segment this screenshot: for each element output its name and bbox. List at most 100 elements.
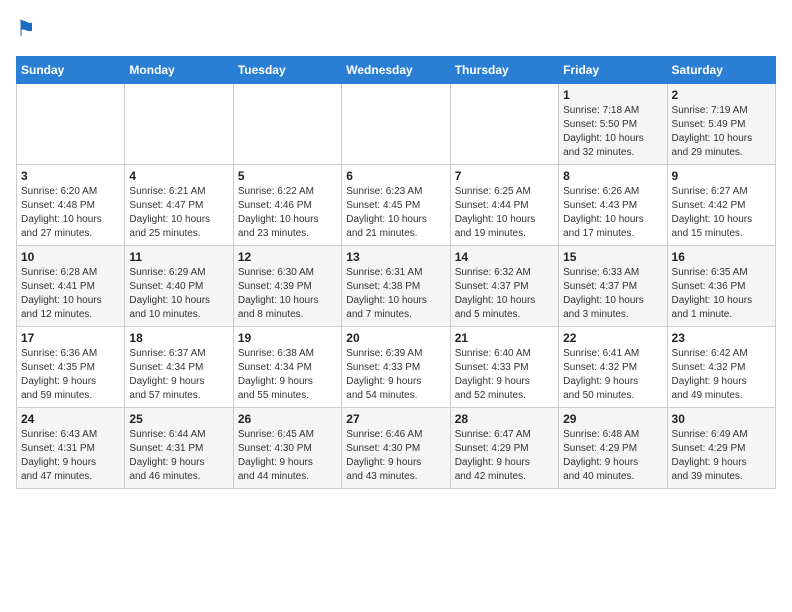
- calendar-cell: [17, 84, 125, 165]
- day-number: 30: [672, 412, 771, 426]
- calendar-cell: 22 Sunrise: 6:41 AM Sunset: 4:32 PM Dayli…: [559, 327, 667, 408]
- calendar-cell: 2 Sunrise: 7:19 AM Sunset: 5:49 PM Daylig…: [667, 84, 775, 165]
- logo: ⚑: [16, 16, 48, 44]
- day-info: Sunrise: 6:30 AM Sunset: 4:39 PM Dayligh…: [238, 266, 337, 322]
- day-number: 21: [455, 331, 554, 345]
- day-info: Sunrise: 6:37 AM Sunset: 4:34 PM Dayligh…: [129, 347, 228, 403]
- day-of-week-header: Wednesday: [342, 57, 450, 84]
- day-number: 1: [563, 88, 662, 102]
- day-number: 7: [455, 169, 554, 183]
- day-number: 28: [455, 412, 554, 426]
- calendar-week-row: 1 Sunrise: 7:18 AM Sunset: 5:50 PM Daylig…: [17, 84, 776, 165]
- day-number: 24: [21, 412, 120, 426]
- day-info: Sunrise: 6:44 AM Sunset: 4:31 PM Dayligh…: [129, 428, 228, 484]
- calendar-cell: 27 Sunrise: 6:46 AM Sunset: 4:30 PM Dayli…: [342, 408, 450, 489]
- day-number: 17: [21, 331, 120, 345]
- calendar-cell: 24 Sunrise: 6:43 AM Sunset: 4:31 PM Dayli…: [17, 408, 125, 489]
- day-info: Sunrise: 6:41 AM Sunset: 4:32 PM Dayligh…: [563, 347, 662, 403]
- day-info: Sunrise: 7:18 AM Sunset: 5:50 PM Dayligh…: [563, 104, 662, 160]
- day-info: Sunrise: 6:29 AM Sunset: 4:40 PM Dayligh…: [129, 266, 228, 322]
- calendar-cell: [450, 84, 558, 165]
- day-info: Sunrise: 6:26 AM Sunset: 4:43 PM Dayligh…: [563, 185, 662, 241]
- calendar-cell: 11 Sunrise: 6:29 AM Sunset: 4:40 PM Dayli…: [125, 246, 233, 327]
- calendar-header-row: SundayMondayTuesdayWednesdayThursdayFrid…: [17, 57, 776, 84]
- calendar-cell: 23 Sunrise: 6:42 AM Sunset: 4:32 PM Dayli…: [667, 327, 775, 408]
- day-number: 11: [129, 250, 228, 264]
- day-number: 16: [672, 250, 771, 264]
- calendar: SundayMondayTuesdayWednesdayThursdayFrid…: [16, 56, 776, 489]
- day-number: 9: [672, 169, 771, 183]
- day-number: 19: [238, 331, 337, 345]
- calendar-cell: 3 Sunrise: 6:20 AM Sunset: 4:48 PM Daylig…: [17, 165, 125, 246]
- day-info: Sunrise: 6:27 AM Sunset: 4:42 PM Dayligh…: [672, 185, 771, 241]
- day-info: Sunrise: 6:40 AM Sunset: 4:33 PM Dayligh…: [455, 347, 554, 403]
- day-number: 5: [238, 169, 337, 183]
- day-number: 23: [672, 331, 771, 345]
- calendar-cell: 9 Sunrise: 6:27 AM Sunset: 4:42 PM Daylig…: [667, 165, 775, 246]
- calendar-cell: [233, 84, 341, 165]
- day-info: Sunrise: 6:33 AM Sunset: 4:37 PM Dayligh…: [563, 266, 662, 322]
- day-info: Sunrise: 6:42 AM Sunset: 4:32 PM Dayligh…: [672, 347, 771, 403]
- calendar-cell: 21 Sunrise: 6:40 AM Sunset: 4:33 PM Dayli…: [450, 327, 558, 408]
- day-of-week-header: Monday: [125, 57, 233, 84]
- calendar-cell: 16 Sunrise: 6:35 AM Sunset: 4:36 PM Dayli…: [667, 246, 775, 327]
- day-info: Sunrise: 6:21 AM Sunset: 4:47 PM Dayligh…: [129, 185, 228, 241]
- calendar-cell: [125, 84, 233, 165]
- calendar-cell: 8 Sunrise: 6:26 AM Sunset: 4:43 PM Daylig…: [559, 165, 667, 246]
- day-info: Sunrise: 7:19 AM Sunset: 5:49 PM Dayligh…: [672, 104, 771, 160]
- day-info: Sunrise: 6:23 AM Sunset: 4:45 PM Dayligh…: [346, 185, 445, 241]
- day-info: Sunrise: 6:20 AM Sunset: 4:48 PM Dayligh…: [21, 185, 120, 241]
- calendar-cell: 5 Sunrise: 6:22 AM Sunset: 4:46 PM Daylig…: [233, 165, 341, 246]
- calendar-cell: 6 Sunrise: 6:23 AM Sunset: 4:45 PM Daylig…: [342, 165, 450, 246]
- day-info: Sunrise: 6:38 AM Sunset: 4:34 PM Dayligh…: [238, 347, 337, 403]
- day-info: Sunrise: 6:36 AM Sunset: 4:35 PM Dayligh…: [21, 347, 120, 403]
- calendar-cell: [342, 84, 450, 165]
- day-number: 27: [346, 412, 445, 426]
- day-number: 25: [129, 412, 228, 426]
- calendar-cell: 13 Sunrise: 6:31 AM Sunset: 4:38 PM Dayli…: [342, 246, 450, 327]
- day-number: 26: [238, 412, 337, 426]
- day-info: Sunrise: 6:46 AM Sunset: 4:30 PM Dayligh…: [346, 428, 445, 484]
- calendar-cell: 26 Sunrise: 6:45 AM Sunset: 4:30 PM Dayli…: [233, 408, 341, 489]
- calendar-cell: 18 Sunrise: 6:37 AM Sunset: 4:34 PM Dayli…: [125, 327, 233, 408]
- day-number: 6: [346, 169, 445, 183]
- day-info: Sunrise: 6:45 AM Sunset: 4:30 PM Dayligh…: [238, 428, 337, 484]
- day-number: 15: [563, 250, 662, 264]
- day-of-week-header: Friday: [559, 57, 667, 84]
- calendar-cell: 19 Sunrise: 6:38 AM Sunset: 4:34 PM Dayli…: [233, 327, 341, 408]
- day-of-week-header: Thursday: [450, 57, 558, 84]
- day-number: 2: [672, 88, 771, 102]
- day-info: Sunrise: 6:25 AM Sunset: 4:44 PM Dayligh…: [455, 185, 554, 241]
- calendar-cell: 28 Sunrise: 6:47 AM Sunset: 4:29 PM Dayli…: [450, 408, 558, 489]
- calendar-week-row: 24 Sunrise: 6:43 AM Sunset: 4:31 PM Dayli…: [17, 408, 776, 489]
- calendar-week-row: 3 Sunrise: 6:20 AM Sunset: 4:48 PM Daylig…: [17, 165, 776, 246]
- calendar-cell: 25 Sunrise: 6:44 AM Sunset: 4:31 PM Dayli…: [125, 408, 233, 489]
- day-number: 3: [21, 169, 120, 183]
- calendar-cell: 1 Sunrise: 7:18 AM Sunset: 5:50 PM Daylig…: [559, 84, 667, 165]
- day-info: Sunrise: 6:31 AM Sunset: 4:38 PM Dayligh…: [346, 266, 445, 322]
- day-number: 18: [129, 331, 228, 345]
- svg-text:⚑: ⚑: [16, 16, 36, 41]
- day-of-week-header: Tuesday: [233, 57, 341, 84]
- day-number: 10: [21, 250, 120, 264]
- day-info: Sunrise: 6:39 AM Sunset: 4:33 PM Dayligh…: [346, 347, 445, 403]
- day-info: Sunrise: 6:43 AM Sunset: 4:31 PM Dayligh…: [21, 428, 120, 484]
- day-number: 20: [346, 331, 445, 345]
- day-number: 13: [346, 250, 445, 264]
- calendar-week-row: 17 Sunrise: 6:36 AM Sunset: 4:35 PM Dayli…: [17, 327, 776, 408]
- day-info: Sunrise: 6:35 AM Sunset: 4:36 PM Dayligh…: [672, 266, 771, 322]
- calendar-cell: 7 Sunrise: 6:25 AM Sunset: 4:44 PM Daylig…: [450, 165, 558, 246]
- page-header: ⚑: [16, 16, 776, 44]
- day-number: 29: [563, 412, 662, 426]
- calendar-cell: 30 Sunrise: 6:49 AM Sunset: 4:29 PM Dayli…: [667, 408, 775, 489]
- day-number: 8: [563, 169, 662, 183]
- day-info: Sunrise: 6:49 AM Sunset: 4:29 PM Dayligh…: [672, 428, 771, 484]
- day-number: 4: [129, 169, 228, 183]
- day-info: Sunrise: 6:48 AM Sunset: 4:29 PM Dayligh…: [563, 428, 662, 484]
- calendar-cell: 4 Sunrise: 6:21 AM Sunset: 4:47 PM Daylig…: [125, 165, 233, 246]
- day-info: Sunrise: 6:22 AM Sunset: 4:46 PM Dayligh…: [238, 185, 337, 241]
- calendar-week-row: 10Sunrise: 6:28 AM Sunset: 4:41 PM Dayli…: [17, 246, 776, 327]
- day-number: 22: [563, 331, 662, 345]
- calendar-cell: 12Sunrise: 6:30 AM Sunset: 4:39 PM Dayli…: [233, 246, 341, 327]
- day-info: Sunrise: 6:47 AM Sunset: 4:29 PM Dayligh…: [455, 428, 554, 484]
